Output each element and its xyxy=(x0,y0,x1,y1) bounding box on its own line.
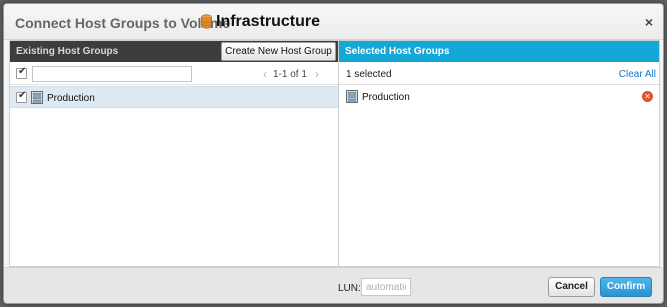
host-group-filter-input[interactable] xyxy=(32,66,192,82)
clear-all-link[interactable]: Clear All xyxy=(619,69,656,80)
close-icon[interactable]: × xyxy=(645,14,653,30)
existing-host-groups-title: Existing Host Groups xyxy=(16,46,119,57)
selected-host-groups-header: Selected Host Groups xyxy=(339,41,659,62)
connect-host-groups-dialog: Connect Host Groups to Volume Infrastruc… xyxy=(3,3,664,304)
lun-input[interactable] xyxy=(361,278,411,296)
next-page-icon[interactable]: › xyxy=(315,67,319,81)
cancel-button[interactable]: Cancel xyxy=(548,277,595,297)
host-group-panels: Existing Host Groups Create New Host Gro… xyxy=(9,40,660,267)
selected-host-group-label: Production xyxy=(362,92,410,103)
selected-count: 1 selected xyxy=(346,69,392,80)
selected-host-groups-toolbar: 1 selected Clear All xyxy=(339,62,659,85)
host-group-label: Production xyxy=(47,93,95,104)
lun-label: LUN: xyxy=(338,283,361,294)
pager-label: 1-1 of 1 xyxy=(273,69,307,80)
select-all-checkbox[interactable] xyxy=(16,66,27,79)
dialog-title-prefix: Connect Host Groups to Volume xyxy=(15,15,231,31)
pager: ‹ 1-1 of 1 › xyxy=(263,67,319,81)
remove-icon[interactable]: ✕ xyxy=(642,91,653,102)
host-group-icon xyxy=(346,90,358,103)
existing-host-groups-toolbar: ‹ 1-1 of 1 › xyxy=(10,62,338,85)
create-new-host-group-button[interactable]: Create New Host Group xyxy=(221,42,336,61)
selected-host-group-row: Production ✕ xyxy=(339,86,659,108)
existing-host-groups-header: Existing Host Groups Create New Host Gro… xyxy=(10,41,338,62)
host-group-icon xyxy=(31,91,43,104)
prev-page-icon[interactable]: ‹ xyxy=(263,67,267,81)
selected-host-groups-title: Selected Host Groups xyxy=(345,46,450,57)
selected-host-groups-panel: Selected Host Groups 1 selected Clear Al… xyxy=(339,41,659,266)
existing-host-groups-panel: Existing Host Groups Create New Host Gro… xyxy=(10,41,339,266)
dialog-footer: LUN: Cancel Confirm xyxy=(4,267,663,303)
host-group-row[interactable]: Production xyxy=(10,86,338,108)
volume-name: Infrastructure xyxy=(216,13,321,30)
dialog-titlebar: Connect Host Groups to Volume Infrastruc… xyxy=(4,4,663,40)
database-icon xyxy=(201,14,212,29)
confirm-button[interactable]: Confirm xyxy=(600,277,652,297)
host-group-checkbox[interactable] xyxy=(16,90,27,103)
